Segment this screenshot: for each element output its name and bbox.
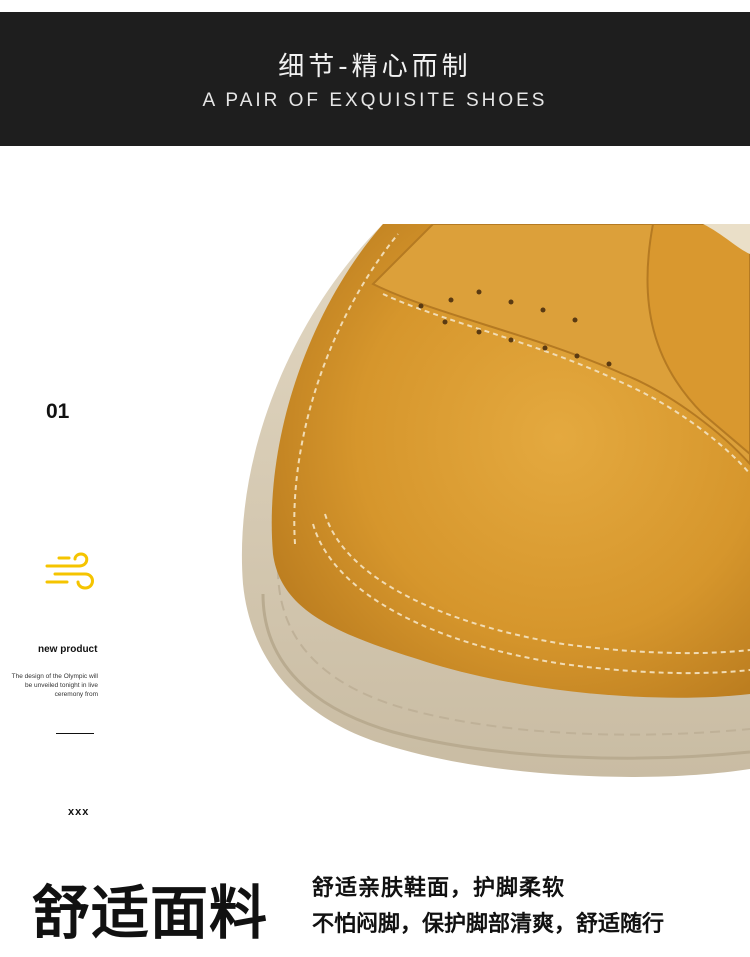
banner-subtitle: A PAIR OF EXQUISITE SHOES xyxy=(202,90,548,111)
new-product-label: new product xyxy=(38,644,98,655)
divider xyxy=(56,733,94,734)
feature-heading: 舒适面料 xyxy=(32,879,269,947)
banner-title: 细节-精心而制 xyxy=(278,52,472,82)
wind-icon xyxy=(45,552,94,590)
feature-line-2: 不怕闷脚，保护脚部清爽，舒适随行 xyxy=(312,912,665,937)
mark-text: xxx xyxy=(68,806,90,818)
header-banner: 细节-精心而制 A PAIR OF EXQUISITE SHOES xyxy=(0,12,750,146)
feature-line-1: 舒适亲肤鞋面，护脚柔软 xyxy=(312,876,566,901)
shoe-photo xyxy=(242,224,750,777)
section-number: 01 xyxy=(46,400,70,423)
product-description: The design of the Olympic will be unveil… xyxy=(11,673,98,698)
